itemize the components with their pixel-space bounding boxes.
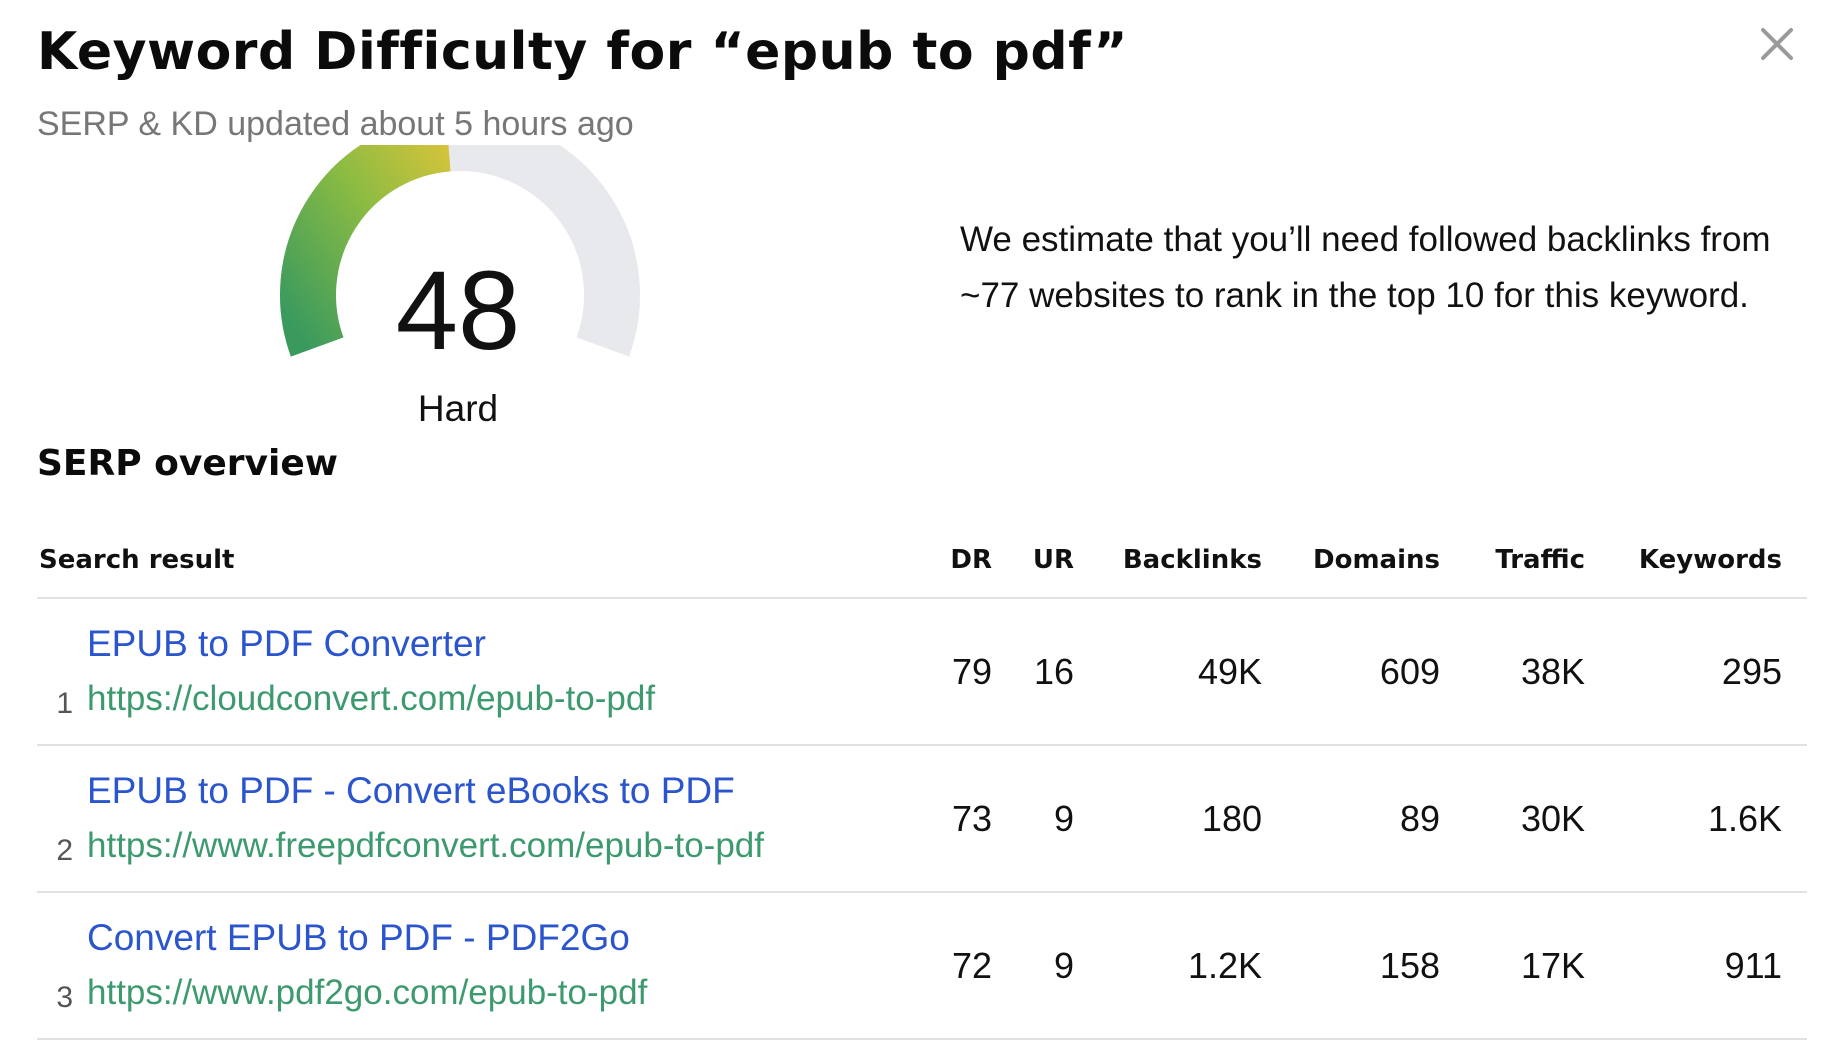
close-icon (1761, 28, 1793, 60)
ur-value: 9 (1053, 945, 1074, 986)
serp-overview-heading: SERP overview (37, 443, 339, 484)
table-header: Search result DR UR Backlinks Domains Tr… (37, 535, 1807, 599)
keywords-value: 911 (1724, 945, 1782, 986)
dr-value: 72 (951, 945, 992, 986)
difficulty-label: Hard (417, 388, 499, 429)
traffic-value: 38K (1520, 651, 1585, 692)
column-keywords[interactable]: Keywords (1639, 545, 1782, 575)
result-rank: 2 (56, 834, 73, 867)
result-rank: 1 (56, 687, 73, 720)
serp-table: Search result DR UR Backlinks Domains Tr… (37, 535, 1807, 1040)
domains-value: 609 (1379, 651, 1440, 692)
column-traffic[interactable]: Traffic (1495, 545, 1585, 575)
dr-value: 79 (951, 651, 992, 692)
result-url-link[interactable]: https://www.pdf2go.com/epub-to-pdf (87, 973, 647, 1013)
keywords-value: 1.6K (1707, 798, 1782, 839)
result-rank: 3 (56, 981, 73, 1014)
traffic-value: 30K (1520, 798, 1585, 839)
keywords-value: 295 (1721, 651, 1782, 692)
result-title-link[interactable]: EPUB to PDF - Convert eBooks to PDF (87, 770, 735, 812)
update-status: SERP & KD updated about 5 hours ago (37, 105, 634, 143)
ur-value: 9 (1053, 798, 1074, 839)
table-row: 2 EPUB to PDF - Convert eBooks to PDF ht… (37, 746, 1807, 893)
domains-value: 158 (1379, 945, 1440, 986)
dialog-title: Keyword Difficulty for “epub to pdf” (37, 22, 1129, 82)
table-row: 3 Convert EPUB to PDF - PDF2Go https://w… (37, 893, 1807, 1040)
dr-value: 73 (951, 798, 992, 839)
result-title-link[interactable]: Convert EPUB to PDF - PDF2Go (87, 917, 630, 959)
difficulty-score: 48 (395, 248, 521, 373)
result-url-link[interactable]: https://www.freepdfconvert.com/epub-to-p… (87, 826, 764, 866)
column-search-result[interactable]: Search result (39, 545, 234, 575)
close-button[interactable] (1755, 22, 1799, 66)
traffic-value: 17K (1520, 945, 1585, 986)
ur-value: 16 (1033, 651, 1074, 692)
backlinks-value: 1.2K (1187, 945, 1262, 986)
backlinks-value: 49K (1197, 651, 1262, 692)
column-ur[interactable]: UR (1033, 545, 1074, 575)
column-domains[interactable]: Domains (1313, 545, 1440, 575)
table-row: 1 EPUB to PDF Converter https://cloudcon… (37, 599, 1807, 746)
backlinks-estimate: We estimate that you’ll need followed ba… (960, 220, 1771, 315)
result-url-link[interactable]: https://cloudconvert.com/epub-to-pdf (87, 679, 655, 719)
column-backlinks[interactable]: Backlinks (1123, 545, 1262, 575)
domains-value: 89 (1399, 798, 1440, 839)
column-dr[interactable]: DR (950, 545, 992, 575)
result-title-link[interactable]: EPUB to PDF Converter (87, 623, 486, 665)
backlinks-value: 180 (1201, 798, 1262, 839)
